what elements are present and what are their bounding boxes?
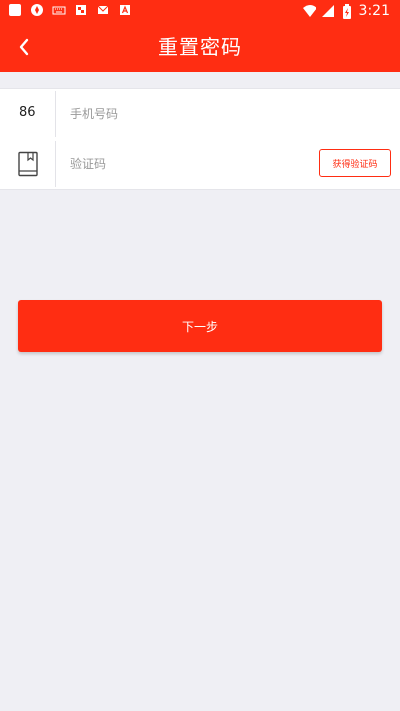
- settings-icon: [30, 3, 44, 17]
- get-code-button[interactable]: 获得验证码: [319, 149, 391, 177]
- app-header: 重置密码: [0, 22, 400, 72]
- next-button[interactable]: 下一步: [18, 300, 382, 352]
- verification-code-input[interactable]: [70, 153, 300, 175]
- wifi-icon: [302, 4, 316, 18]
- phone-row: 86: [0, 88, 400, 140]
- code-row: 获得验证码: [0, 139, 400, 190]
- phone-input[interactable]: [70, 103, 300, 125]
- keyboard-icon: [52, 3, 66, 17]
- photo-icon: [74, 3, 88, 17]
- divider: [55, 141, 56, 187]
- country-code[interactable]: 86: [19, 105, 36, 120]
- app-icon: [8, 3, 22, 17]
- status-time: 3:21: [358, 3, 390, 19]
- divider: [55, 91, 56, 137]
- status-bar: 3:21: [0, 0, 400, 22]
- mail-icon: [96, 3, 110, 17]
- signal-icon: [321, 4, 335, 18]
- page-title: 重置密码: [158, 35, 242, 59]
- system-icons: 3:21: [302, 2, 390, 20]
- notification-icons: [8, 3, 132, 17]
- book-icon: [18, 151, 38, 177]
- font-icon: [118, 3, 132, 17]
- battery-icon: [340, 3, 354, 19]
